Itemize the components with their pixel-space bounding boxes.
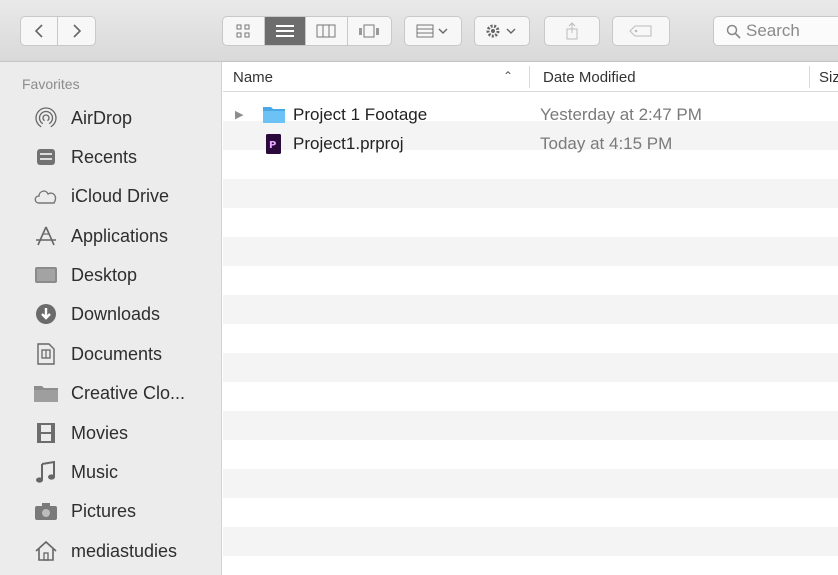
sidebar-item-creative-cloud[interactable]: Creative Clo... bbox=[0, 377, 222, 409]
premiere-file-icon: P bbox=[263, 133, 285, 154]
sidebar-item-label: Documents bbox=[71, 343, 163, 364]
navigation-buttons bbox=[20, 16, 96, 46]
tag-icon bbox=[629, 25, 652, 37]
file-name: Project 1 Footage bbox=[293, 104, 428, 124]
file-date-modified: Today at 4:15 PM bbox=[540, 133, 673, 153]
file-date-modified: Yesterday at 2:47 PM bbox=[540, 104, 702, 124]
sidebar-item-label: Desktop bbox=[71, 264, 138, 285]
sidebar-item-label: iCloud Drive bbox=[71, 185, 170, 206]
icon-view-icon bbox=[236, 24, 250, 38]
gallery-view-icon bbox=[359, 24, 380, 38]
folder-icon bbox=[33, 380, 59, 406]
table-row[interactable]: ▶ Project 1 Footage Yesterday at 2:47 PM bbox=[223, 100, 838, 129]
sidebar-item-label: Pictures bbox=[71, 500, 137, 521]
row-stripe bbox=[223, 295, 838, 324]
chevron-right-icon bbox=[72, 24, 81, 38]
column-divider[interactable] bbox=[809, 66, 810, 88]
sidebar-item-desktop[interactable]: Desktop bbox=[0, 259, 222, 291]
forward-button[interactable] bbox=[58, 17, 95, 45]
sidebar-item-documents[interactable]: Documents bbox=[0, 338, 222, 370]
sort-ascending-icon: ⌃ bbox=[503, 69, 514, 83]
pictures-icon bbox=[33, 498, 59, 524]
search-icon bbox=[726, 24, 741, 39]
sidebar-item-downloads[interactable]: Downloads bbox=[0, 298, 222, 330]
music-icon bbox=[33, 459, 59, 485]
sidebar-item-pictures[interactable]: Pictures bbox=[0, 495, 222, 527]
sidebar-item-label: Recents bbox=[71, 146, 138, 167]
sidebar-item-label: Music bbox=[71, 461, 119, 482]
applications-icon bbox=[33, 223, 59, 249]
recents-icon bbox=[33, 144, 59, 170]
sidebar-item-applications[interactable]: Applications bbox=[0, 220, 222, 252]
search-placeholder: Search bbox=[746, 21, 800, 40]
file-list: Name ⌃ Date Modified Siz ▶ Project 1 Foo… bbox=[223, 62, 838, 575]
table-row[interactable]: P Project1.prproj Today at 4:15 PM bbox=[223, 129, 838, 158]
share-button[interactable] bbox=[544, 16, 600, 46]
sidebar-item-icloud-drive[interactable]: iCloud Drive bbox=[0, 180, 222, 212]
sidebar-item-home[interactable]: mediastudies bbox=[0, 535, 222, 567]
sidebar-item-label: AirDrop bbox=[71, 107, 133, 128]
list-view-icon bbox=[275, 25, 294, 37]
group-grid-icon bbox=[416, 24, 448, 38]
desktop-icon bbox=[33, 262, 59, 288]
row-stripe bbox=[223, 179, 838, 208]
sidebar-item-movies[interactable]: Movies bbox=[0, 417, 222, 449]
column-header-name[interactable]: Name bbox=[233, 69, 273, 86]
gallery-view-button[interactable] bbox=[348, 17, 391, 45]
tags-button[interactable] bbox=[612, 16, 670, 46]
column-header-size[interactable]: Siz bbox=[819, 69, 838, 86]
home-icon bbox=[33, 538, 59, 564]
sidebar-item-label: Applications bbox=[71, 225, 169, 246]
folder-icon bbox=[263, 105, 285, 125]
list-view-button[interactable] bbox=[264, 17, 307, 45]
sidebar-item-music[interactable]: Music bbox=[0, 456, 222, 488]
row-stripe bbox=[223, 353, 838, 382]
group-by-button[interactable] bbox=[404, 16, 462, 46]
sidebar-item-recents[interactable]: Recents bbox=[0, 141, 222, 173]
share-icon bbox=[566, 22, 578, 40]
icon-view-button[interactable] bbox=[223, 17, 265, 45]
column-view-button[interactable] bbox=[306, 17, 348, 45]
sidebar-item-airdrop[interactable]: AirDrop bbox=[0, 102, 222, 134]
documents-icon bbox=[33, 341, 59, 367]
column-view-icon bbox=[316, 24, 336, 38]
sidebar: Favorites AirDrop Recents iCloud Drive A… bbox=[0, 62, 222, 575]
sidebar-item-label: mediastudies bbox=[71, 540, 178, 561]
row-stripe bbox=[223, 237, 838, 266]
svg-text:P: P bbox=[269, 140, 276, 151]
sidebar-item-label: Creative Clo... bbox=[71, 382, 186, 403]
movies-icon bbox=[33, 420, 59, 446]
file-name: Project1.prproj bbox=[293, 133, 404, 153]
downloads-icon bbox=[33, 301, 59, 327]
column-header-date-modified[interactable]: Date Modified bbox=[543, 69, 636, 86]
action-menu-button[interactable] bbox=[474, 16, 530, 46]
column-header-row: Name ⌃ Date Modified Siz bbox=[223, 62, 838, 92]
row-stripe bbox=[223, 469, 838, 498]
chevron-left-icon bbox=[34, 24, 43, 38]
gear-icon bbox=[486, 24, 516, 38]
airdrop-icon bbox=[33, 105, 59, 131]
row-stripe bbox=[223, 411, 838, 440]
favorites-heading: Favorites bbox=[22, 76, 80, 92]
view-mode-switcher bbox=[222, 16, 392, 46]
row-stripe bbox=[223, 527, 838, 556]
cloud-icon bbox=[33, 183, 59, 209]
sidebar-item-label: Movies bbox=[71, 422, 129, 443]
disclosure-triangle-icon[interactable]: ▶ bbox=[235, 108, 243, 121]
search-input[interactable]: Search bbox=[713, 16, 838, 46]
back-button[interactable] bbox=[21, 17, 59, 45]
file-rows: ▶ Project 1 Footage Yesterday at 2:47 PM… bbox=[223, 92, 838, 575]
sidebar-item-label: Downloads bbox=[71, 303, 161, 324]
toolbar: Search bbox=[0, 0, 838, 62]
column-divider[interactable] bbox=[529, 66, 530, 88]
